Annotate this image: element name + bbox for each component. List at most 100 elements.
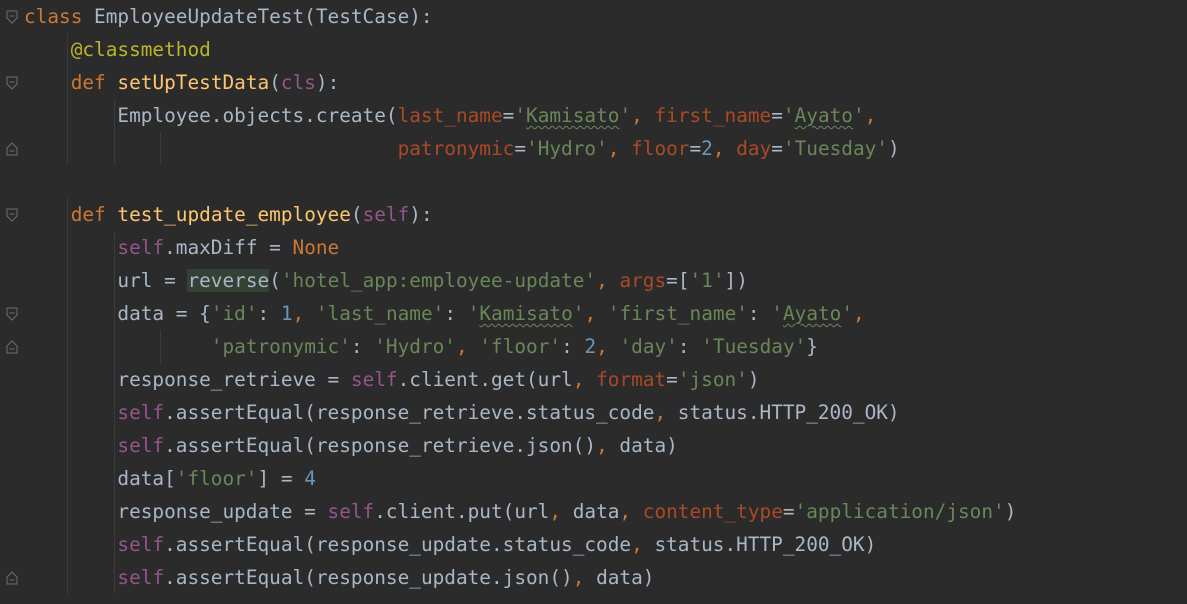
code-token: .assertEqual(response_retrieve.status_co… bbox=[164, 401, 655, 424]
code-token: self bbox=[350, 368, 398, 391]
code-token: ' bbox=[782, 104, 795, 127]
code-line[interactable] bbox=[24, 165, 1187, 198]
code-token: , bbox=[584, 302, 608, 325]
indent-guide bbox=[113, 561, 115, 594]
code-token: class bbox=[24, 5, 83, 28]
code-token: ' bbox=[771, 302, 783, 325]
code-line[interactable]: self.assertEqual(response_retrieve.json(… bbox=[24, 429, 1187, 462]
code-token: def bbox=[70, 203, 106, 226]
code-line[interactable]: data['floor'] = 4 bbox=[24, 462, 1187, 495]
code-line[interactable]: self.maxDiff = None bbox=[24, 231, 1187, 264]
code-token: patronymic bbox=[397, 137, 515, 160]
fold-open-icon[interactable] bbox=[6, 208, 18, 222]
code-token: ] = bbox=[257, 467, 305, 490]
code-token: , bbox=[572, 368, 597, 391]
code-token: 'Hydro' bbox=[526, 137, 608, 160]
code-token: ) bbox=[888, 137, 900, 160]
indent-guide bbox=[66, 561, 68, 594]
code-token: , bbox=[619, 500, 643, 523]
code-token: self bbox=[117, 236, 165, 259]
fold-close-icon[interactable] bbox=[6, 142, 18, 156]
code-token: ( bbox=[350, 203, 363, 226]
fold-close-icon[interactable] bbox=[6, 340, 18, 354]
fold-open-icon[interactable] bbox=[6, 10, 18, 24]
code-token: args bbox=[619, 269, 667, 292]
code-token: self bbox=[362, 203, 410, 226]
code-line[interactable]: def test_update_employee(self): bbox=[24, 198, 1187, 231]
indent-guide bbox=[66, 495, 68, 528]
code-token: : bbox=[677, 335, 702, 358]
indent-guide bbox=[66, 231, 68, 264]
code-token: Ayato bbox=[782, 302, 842, 325]
fold-close-icon[interactable] bbox=[6, 571, 18, 585]
code-token: , bbox=[572, 566, 597, 589]
code-token: 'Tuesday' bbox=[701, 335, 807, 358]
indent-guide bbox=[66, 264, 68, 297]
code-token: : bbox=[747, 302, 772, 325]
indent-guide bbox=[66, 66, 68, 99]
code-token: 'floor' bbox=[479, 335, 562, 358]
code-line[interactable]: patronymic='Hydro', floor=2, day='Tuesda… bbox=[24, 132, 1187, 165]
code-token: : bbox=[561, 335, 585, 358]
code-token: data) bbox=[596, 566, 655, 589]
code-token: , bbox=[549, 500, 573, 523]
indent-guide bbox=[113, 297, 115, 330]
indent-guide bbox=[113, 429, 115, 462]
code-token: floor bbox=[631, 137, 690, 160]
fold-gutter[interactable] bbox=[0, 0, 22, 604]
code-token: , bbox=[596, 434, 620, 457]
code-token: 'first_name' bbox=[607, 302, 748, 325]
code-token: first_name bbox=[654, 104, 772, 127]
code-line[interactable]: response_update = self.client.put(url, d… bbox=[24, 495, 1187, 528]
code-token: response_retrieve = bbox=[24, 368, 351, 391]
code-line[interactable]: def setUpTestData(cls): bbox=[24, 66, 1187, 99]
code-token: ' bbox=[514, 104, 527, 127]
code-token: , bbox=[631, 533, 655, 556]
code-token: data[ bbox=[24, 467, 176, 490]
code-token: url = bbox=[24, 269, 188, 292]
code-line[interactable]: class EmployeeUpdateTest(TestCase): bbox=[24, 0, 1187, 33]
fold-open-icon[interactable] bbox=[6, 76, 18, 90]
code-token: content_type bbox=[642, 500, 783, 523]
code-line[interactable]: self.assertEqual(response_update.json(),… bbox=[24, 561, 1187, 594]
code-token: , bbox=[292, 302, 316, 325]
indent-guide bbox=[66, 297, 68, 330]
fold-open-icon[interactable] bbox=[6, 307, 18, 321]
code-line[interactable]: data = {'id': 1, 'last_name': 'Kamisato'… bbox=[24, 297, 1187, 330]
code-token: Kamisato bbox=[526, 104, 620, 127]
indent-guide bbox=[113, 231, 115, 264]
code-line[interactable]: self.assertEqual(response_retrieve.statu… bbox=[24, 396, 1187, 429]
code-token: ) bbox=[1004, 500, 1017, 523]
code-token: 'json' bbox=[677, 368, 748, 391]
code-token: 'id' bbox=[210, 302, 258, 325]
code-token: 2 bbox=[584, 335, 597, 358]
code-line[interactable]: Employee.objects.create(last_name='Kamis… bbox=[24, 99, 1187, 132]
code-token: = bbox=[771, 104, 783, 127]
indent-guide bbox=[113, 132, 115, 165]
code-line[interactable]: 'patronymic': 'Hydro', 'floor': 2, 'day'… bbox=[24, 330, 1187, 363]
code-token: None bbox=[292, 236, 340, 259]
code-line[interactable]: @classmethod bbox=[24, 33, 1187, 66]
code-line[interactable]: self.assertEqual(response_update.status_… bbox=[24, 528, 1187, 561]
code-token: self bbox=[117, 566, 165, 589]
code-token: @classmethod bbox=[70, 38, 211, 61]
code-token: reverse bbox=[187, 269, 270, 292]
code-token: self bbox=[327, 500, 375, 523]
code-token: 1 bbox=[280, 302, 293, 325]
code-token: ' bbox=[852, 104, 865, 127]
code-area[interactable]: class EmployeeUpdateTest(TestCase): @cla… bbox=[24, 0, 1187, 594]
code-token: , bbox=[631, 104, 655, 127]
code-token: ( bbox=[269, 71, 281, 94]
code-line[interactable]: url = reverse('hotel_app:employee-update… bbox=[24, 264, 1187, 297]
code-editor[interactable]: class EmployeeUpdateTest(TestCase): @cla… bbox=[0, 0, 1187, 604]
code-token: = bbox=[514, 137, 527, 160]
code-token: =[ bbox=[666, 269, 690, 292]
code-line[interactable]: response_retrieve = self.client.get(url,… bbox=[24, 363, 1187, 396]
code-token: ' bbox=[467, 302, 480, 325]
code-token: .client.put(url bbox=[374, 500, 550, 523]
